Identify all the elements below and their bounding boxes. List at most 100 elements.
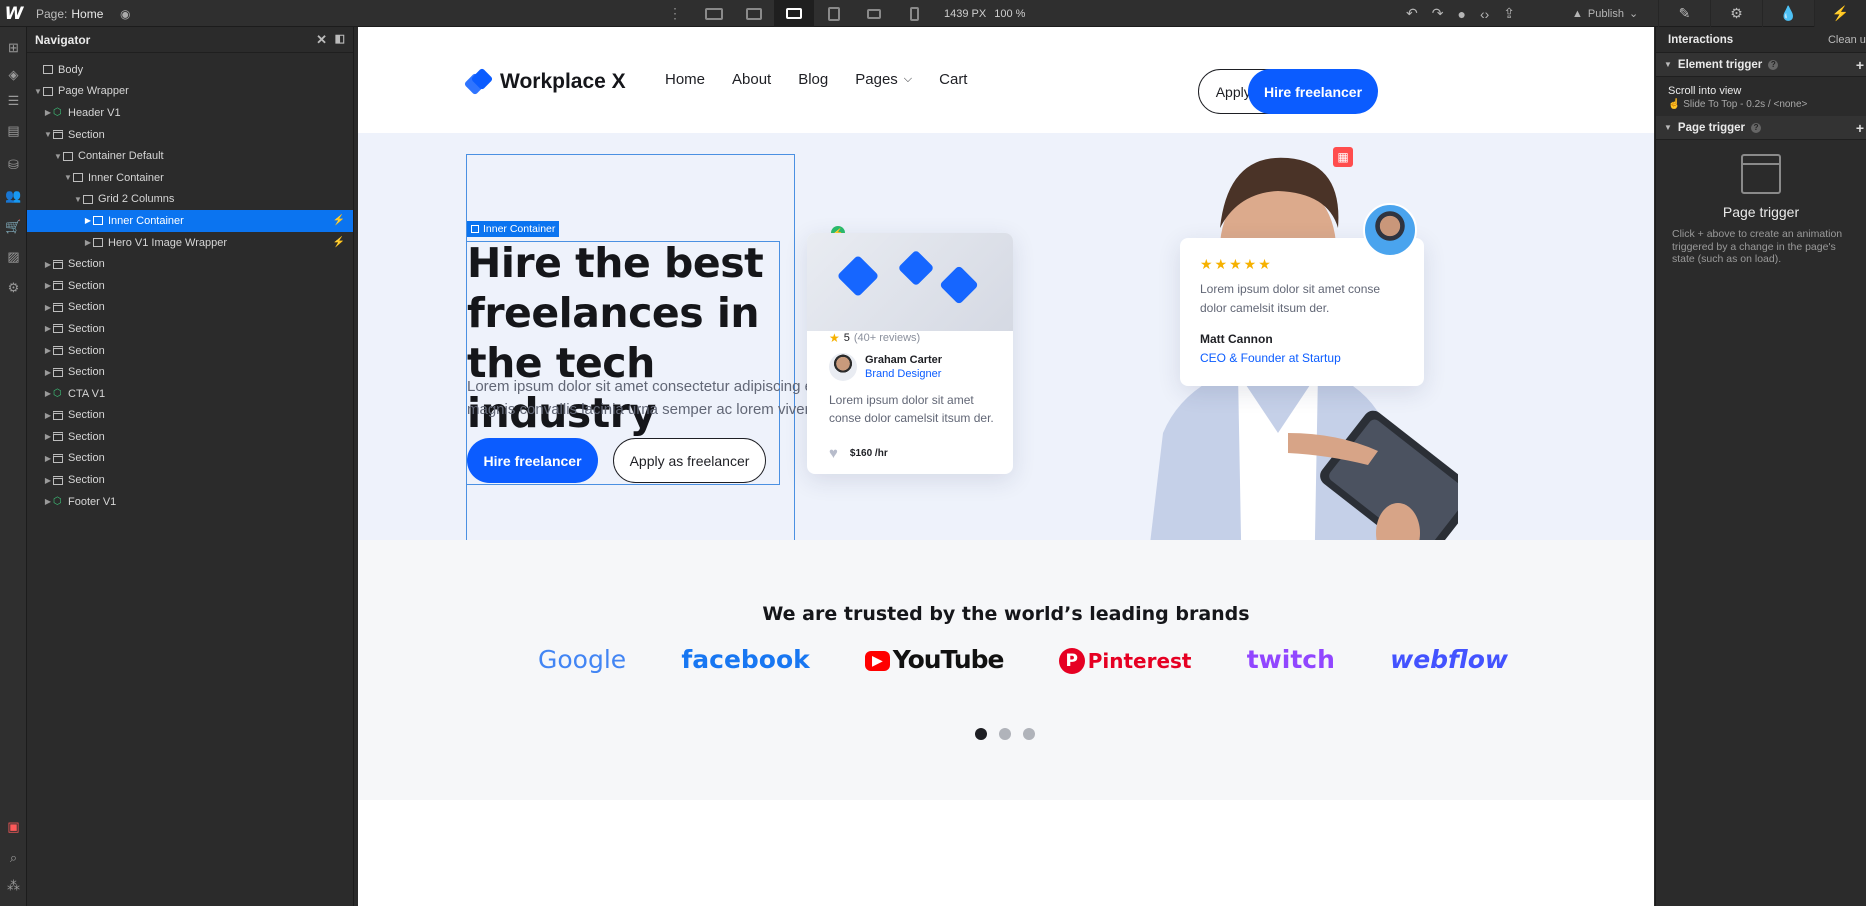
tree-row[interactable]: ▼ Page Wrapper (27, 81, 353, 103)
tree-row[interactable]: ▶ Section (27, 340, 353, 362)
tree-row[interactable]: ▶ Section (27, 469, 353, 491)
hero-hire-button[interactable]: Hire freelancer (467, 438, 598, 483)
interactions-bolt-icon[interactable]: ⚡ (1814, 0, 1866, 27)
help-icon[interactable]: ? (1768, 59, 1779, 70)
breakpoint-desktop-icon[interactable] (774, 0, 814, 27)
caret-right-icon[interactable]: ▶ (43, 324, 53, 333)
caret-down-icon[interactable]: ▼ (1664, 60, 1672, 69)
caret-right-icon[interactable]: ▶ (43, 497, 53, 506)
page-selector[interactable]: Page: Home (36, 0, 103, 27)
breakpoint-xl-icon[interactable] (694, 0, 734, 27)
site-header[interactable]: Workplace X Home About Blog Pages ⌵ Cart … (358, 27, 1654, 133)
export-icon[interactable]: ⇪ (1503, 5, 1515, 22)
carousel-dot[interactable] (1023, 728, 1035, 740)
page-trigger-section[interactable]: ▼ Page trigger ? + (1656, 116, 1866, 140)
carousel-dot-active[interactable] (975, 728, 987, 740)
menu-home[interactable]: Home (665, 71, 705, 88)
caret-right-icon[interactable]: ▶ (43, 389, 53, 398)
breakpoint-lg-icon[interactable] (734, 0, 774, 27)
menu-about[interactable]: About (732, 71, 771, 88)
more-breakpoints-icon[interactable]: ⋮ (668, 0, 682, 27)
menu-blog[interactable]: Blog (798, 71, 828, 88)
hire-freelancer-header-button[interactable]: Hire freelancer (1248, 69, 1378, 114)
search-icon[interactable]: ⌕ (5, 850, 22, 865)
tree-row[interactable]: ▼ Container Default (27, 145, 353, 167)
pages-icon[interactable]: ▤ (5, 123, 22, 138)
menu-cart[interactable]: Cart (939, 71, 967, 88)
tree-row[interactable]: Body (27, 59, 353, 81)
tree-row[interactable]: ▶ Hero V1 Image Wrapper ⚡ (27, 232, 353, 254)
breakpoint-tablet-icon[interactable] (814, 0, 854, 27)
tree-row[interactable]: ▶ Section (27, 297, 353, 319)
site-settings-icon[interactable]: ⚙ (5, 280, 22, 295)
users-icon[interactable]: 👥 (5, 188, 22, 203)
tree-row[interactable]: ▶ Section (27, 448, 353, 470)
brands-title[interactable]: We are trusted by the world’s leading br… (358, 603, 1654, 625)
tree-row[interactable]: ▶ Section (27, 253, 353, 275)
brands-section[interactable]: We are trusted by the world’s leading br… (358, 540, 1654, 800)
tree-row[interactable]: ▶ Section (27, 318, 353, 340)
settings-gear-icon[interactable]: ⚙ (1710, 0, 1762, 27)
add-elements-icon[interactable]: ⊞ (5, 40, 22, 55)
grid-overlay-icon[interactable]: ▦ (1333, 147, 1353, 167)
preview-eye-icon[interactable]: ◉ (120, 0, 130, 27)
element-trigger-section[interactable]: ▼ Element trigger ? + (1656, 53, 1866, 77)
undo-icon[interactable]: ↶ (1406, 5, 1418, 22)
pin-panel-icon[interactable]: ◧ (335, 32, 345, 45)
caret-down-icon[interactable]: ▼ (43, 130, 53, 139)
audit-icon[interactable]: ▣ (5, 819, 22, 834)
code-icon[interactable]: ‹› (1480, 6, 1489, 22)
caret-down-icon[interactable]: ▼ (1664, 123, 1672, 132)
testimonial-card[interactable]: ★★★★★ Lorem ipsum dolor sit amet conse d… (1180, 238, 1424, 386)
publish-button[interactable]: ▲ Publish ⌄ (1572, 0, 1638, 27)
caret-down-icon[interactable]: ▼ (63, 173, 73, 182)
tree-row[interactable]: ▶ Section (27, 361, 353, 383)
components-icon[interactable]: ◈ (5, 67, 22, 82)
add-page-trigger-icon[interactable]: + (1856, 120, 1864, 136)
tree-row[interactable]: ▼ Inner Container (27, 167, 353, 189)
add-trigger-icon[interactable]: + (1856, 57, 1864, 73)
help-icon[interactable]: ? (1751, 122, 1762, 133)
tree-row[interactable]: ▼ Grid 2 Columns (27, 189, 353, 211)
cms-icon[interactable]: ⛁ (5, 157, 22, 172)
menu-pages[interactable]: Pages ⌵ (855, 71, 912, 88)
navigator-icon[interactable]: ☰ (5, 93, 22, 108)
tree-row[interactable]: ▶ Section (27, 405, 353, 427)
caret-right-icon[interactable]: ▶ (43, 411, 53, 420)
hero-apply-button[interactable]: Apply as freelancer (613, 438, 766, 483)
caret-down-icon[interactable]: ▼ (73, 195, 83, 204)
heart-icon[interactable]: ♥ (829, 445, 838, 462)
webflow-logo[interactable]: W (0, 0, 28, 27)
tree-row[interactable]: ▶ ⬡ Footer V1 (27, 491, 353, 513)
caret-right-icon[interactable]: ▶ (43, 432, 53, 441)
carousel-dot[interactable] (999, 728, 1011, 740)
tree-row-selected[interactable]: ▶ Inner Container ⚡ (27, 210, 353, 232)
caret-right-icon[interactable]: ▶ (43, 476, 53, 485)
caret-down-icon[interactable]: ▼ (33, 87, 43, 96)
assets-icon[interactable]: ▨ (5, 249, 22, 264)
tree-row[interactable]: ▶ Section (27, 426, 353, 448)
site-logo[interactable]: Workplace X (463, 67, 626, 96)
caret-right-icon[interactable]: ▶ (43, 281, 53, 290)
tree-row[interactable]: ▼ Section (27, 124, 353, 146)
comments-icon[interactable]: ● (1457, 6, 1465, 22)
caret-right-icon[interactable]: ▶ (43, 368, 53, 377)
close-icon[interactable]: ✕ (316, 32, 327, 48)
ecommerce-icon[interactable]: 🛒 (5, 219, 22, 234)
caret-right-icon[interactable]: ▶ (83, 238, 93, 247)
scroll-into-view-trigger[interactable]: Scroll into view ☝ Slide To Top - 0.2s /… (1656, 77, 1866, 116)
caret-right-icon[interactable]: ▶ (43, 260, 53, 269)
freelancer-card[interactable]: ★ 5 (40+ reviews) Graham Carter Brand De… (807, 233, 1013, 474)
caret-right-icon[interactable]: ▶ (43, 108, 53, 117)
style-manager-drops-icon[interactable]: 💧 (1762, 0, 1814, 27)
caret-right-icon[interactable]: ▶ (43, 346, 53, 355)
selected-element-label[interactable]: Inner Container (467, 221, 560, 237)
caret-right-icon[interactable]: ▶ (83, 216, 93, 225)
tree-row[interactable]: ▶ ⬡ Header V1 (27, 102, 353, 124)
clean-up-link[interactable]: Clean up (1828, 34, 1866, 46)
canvas-zoom[interactable]: 100 % (994, 8, 1025, 20)
redo-icon[interactable]: ↷ (1432, 5, 1444, 22)
caret-right-icon[interactable]: ▶ (43, 303, 53, 312)
collaborators-icon[interactable]: ⁂ (5, 878, 22, 893)
caret-right-icon[interactable]: ▶ (43, 454, 53, 463)
